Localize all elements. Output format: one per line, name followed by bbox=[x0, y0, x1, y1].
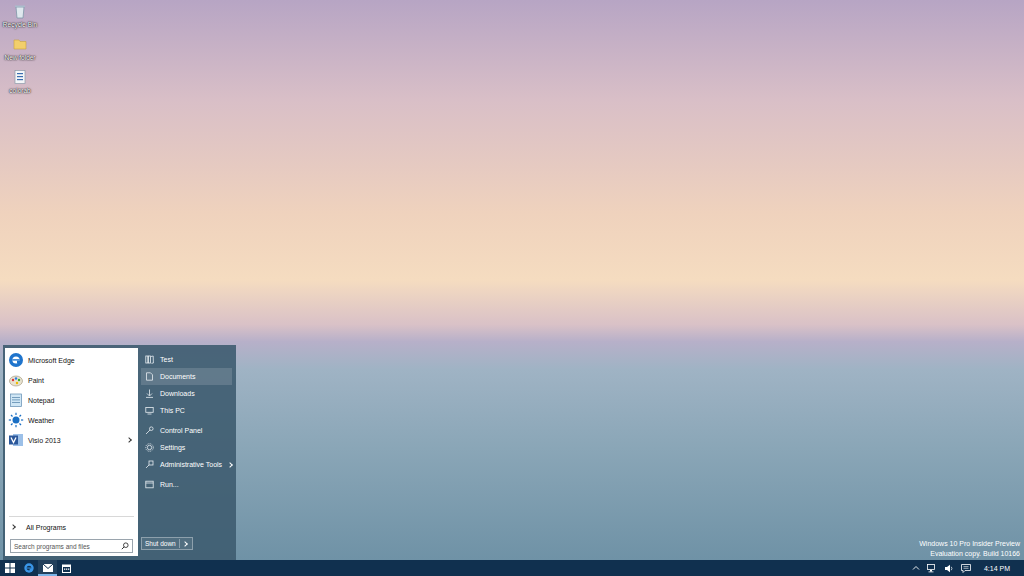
edge-icon bbox=[24, 563, 34, 573]
edge-icon bbox=[8, 352, 24, 368]
mail-icon bbox=[43, 564, 53, 572]
submenu-arrow-icon bbox=[126, 437, 132, 443]
computer-icon bbox=[145, 406, 154, 415]
places-item[interactable]: Documents bbox=[141, 368, 232, 385]
program-item[interactable]: Paint bbox=[5, 370, 138, 390]
watermark: Windows 10 Pro Insider PreviewEvaluation… bbox=[919, 539, 1020, 559]
desktop-icon[interactable]: colorab bbox=[0, 69, 40, 94]
mail-taskbar-button[interactable] bbox=[38, 560, 57, 576]
windows-logo-icon bbox=[5, 563, 15, 573]
program-item[interactable]: Notepad bbox=[5, 390, 138, 410]
desktop: Recycle Bin New folder colorab Windows 1… bbox=[0, 0, 1024, 560]
calendar-taskbar-button[interactable] bbox=[57, 560, 76, 576]
file-icon bbox=[12, 69, 28, 85]
submenu-arrow-icon bbox=[227, 462, 233, 468]
folder-icon bbox=[12, 36, 28, 52]
places-item[interactable]: Control Panel bbox=[141, 422, 232, 439]
shutdown-button[interactable]: Shut down bbox=[141, 537, 193, 550]
expand-arrow-icon bbox=[10, 524, 16, 530]
places-item[interactable]: Administrative Tools bbox=[141, 456, 232, 473]
programs-panel: Microsoft Edge Paint Notepad Weather Vis… bbox=[5, 348, 138, 556]
action-center-icon[interactable] bbox=[961, 564, 971, 573]
program-item[interactable]: Weather bbox=[5, 410, 138, 430]
run-icon bbox=[145, 480, 154, 489]
watermark-line: Windows 10 Pro Insider Preview bbox=[919, 539, 1020, 549]
clock[interactable]: 4:14 PM bbox=[984, 565, 1010, 572]
system-tray: 4:14 PM bbox=[912, 564, 1024, 573]
library-icon bbox=[145, 355, 154, 364]
watermark-line: Evaluation copy. Build 10166 bbox=[919, 549, 1020, 559]
magnifier-icon bbox=[121, 542, 129, 550]
divider bbox=[9, 516, 134, 517]
documents-icon bbox=[145, 372, 154, 381]
desktop-screen: Recycle Bin New folder colorab Windows 1… bbox=[0, 0, 1024, 576]
start-button[interactable] bbox=[0, 560, 19, 576]
desktop-icon[interactable]: Recycle Bin bbox=[0, 3, 40, 28]
wrench-icon bbox=[145, 426, 154, 435]
taskbar: 4:14 PM bbox=[0, 560, 1024, 576]
desktop-icon[interactable]: New folder bbox=[0, 36, 40, 61]
search-field[interactable]: Search programs and files bbox=[10, 539, 133, 553]
volume-icon[interactable] bbox=[944, 564, 954, 573]
places-item[interactable]: Run... bbox=[141, 476, 232, 493]
network-icon[interactable] bbox=[927, 564, 937, 573]
notepad-icon bbox=[8, 392, 24, 408]
edge-taskbar-button[interactable] bbox=[19, 560, 38, 576]
shutdown-options-icon bbox=[182, 541, 188, 547]
tools-icon bbox=[145, 460, 154, 469]
gear-icon bbox=[145, 443, 154, 452]
places-item[interactable]: Test bbox=[141, 351, 232, 368]
program-item[interactable]: Microsoft Edge bbox=[5, 350, 138, 370]
show-hidden-icons-icon[interactable] bbox=[912, 564, 920, 572]
recycle-bin-icon bbox=[12, 3, 28, 19]
download-icon bbox=[145, 389, 154, 398]
places-panel: Test Documents Downloads This PC Control… bbox=[138, 348, 236, 556]
program-item[interactable]: Visio 2013 bbox=[5, 430, 138, 450]
all-programs[interactable]: All Programs bbox=[5, 520, 138, 534]
places-item[interactable]: Downloads bbox=[141, 385, 232, 402]
paint-icon bbox=[8, 372, 24, 388]
visio-icon bbox=[8, 432, 24, 448]
places-item[interactable]: Settings bbox=[141, 439, 232, 456]
places-item[interactable]: This PC bbox=[141, 402, 232, 419]
calendar-icon bbox=[62, 564, 71, 573]
weather-icon bbox=[8, 412, 24, 428]
desktop-icons: Recycle Bin New folder colorab bbox=[0, 3, 40, 94]
start-menu: Microsoft Edge Paint Notepad Weather Vis… bbox=[3, 345, 236, 560]
